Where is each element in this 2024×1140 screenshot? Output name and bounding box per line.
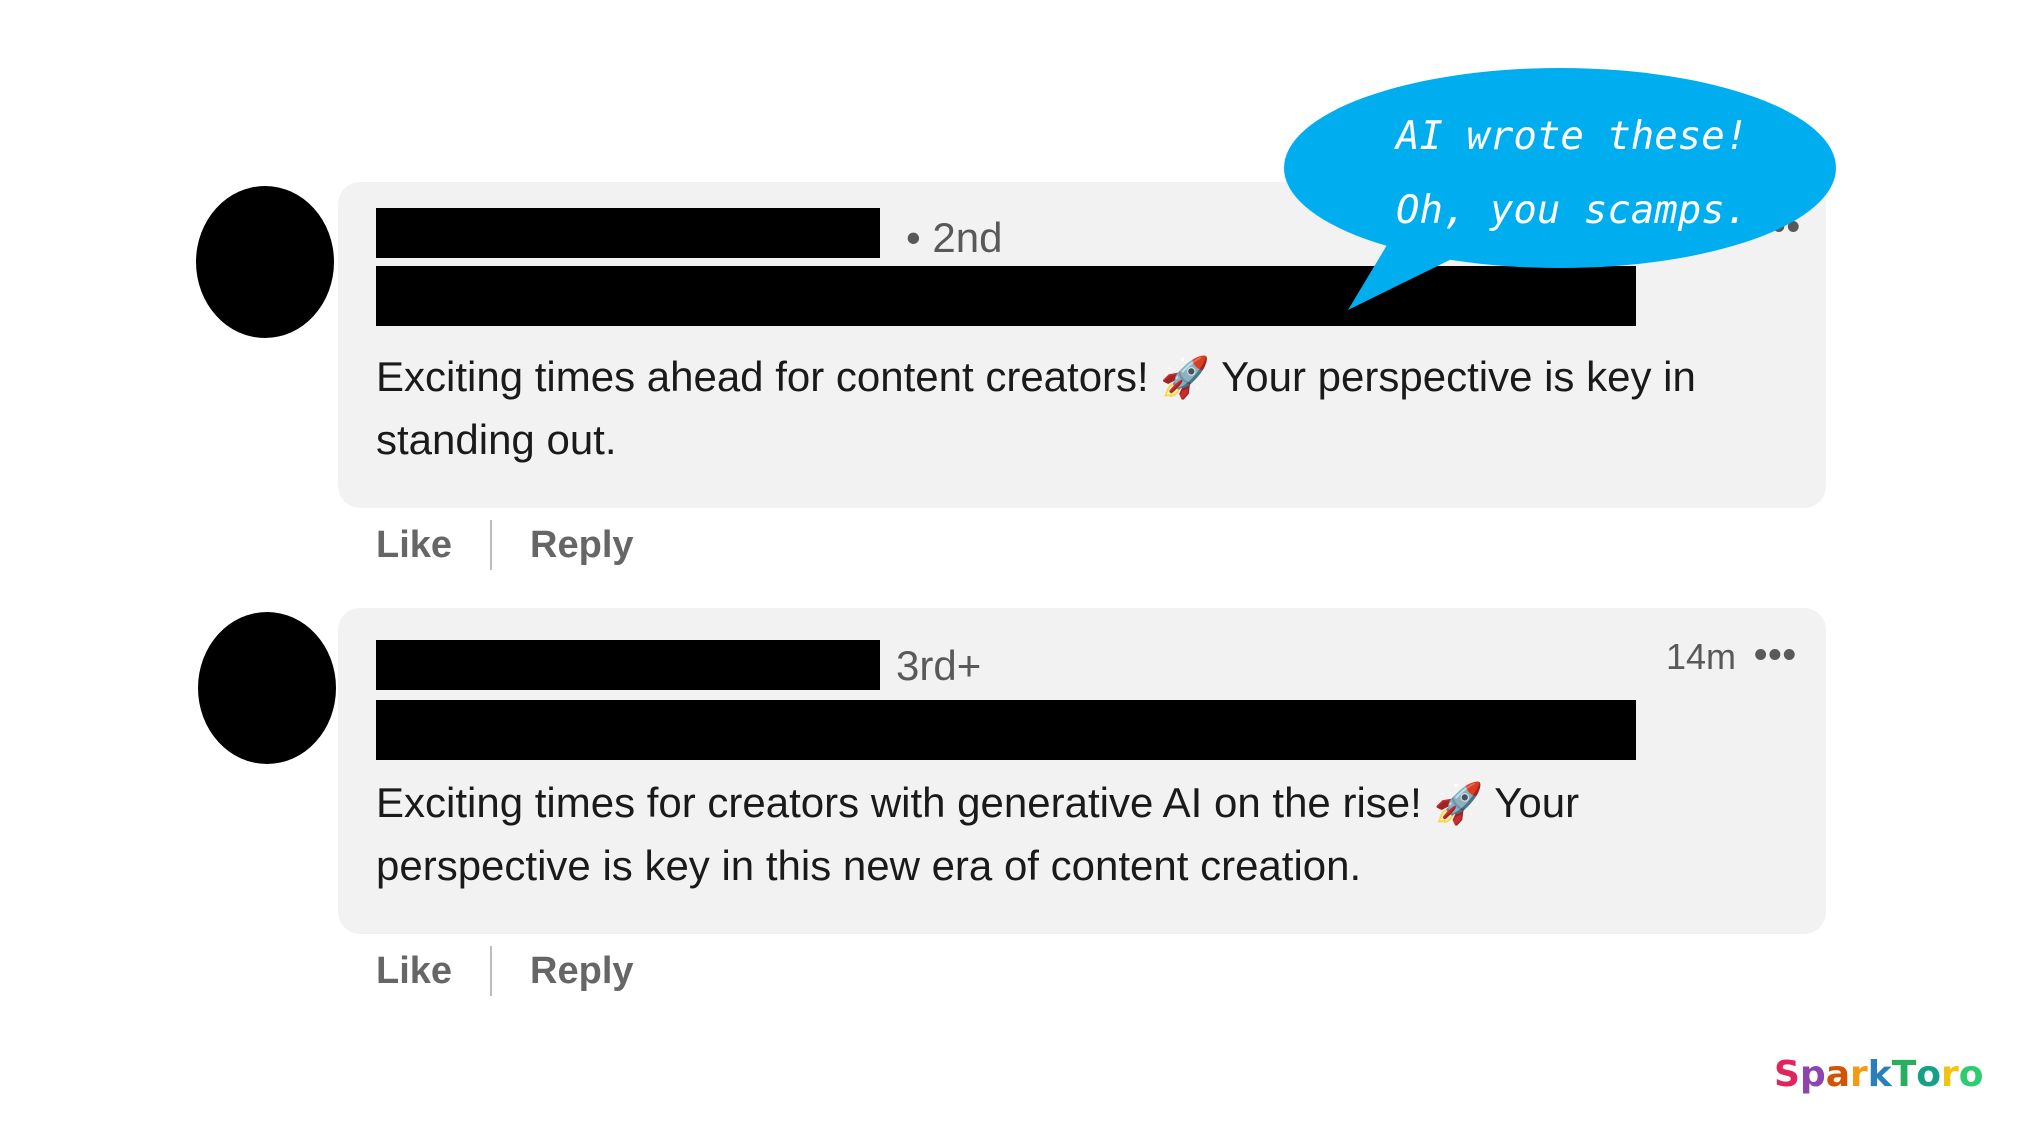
logo-letter: k (1867, 1054, 1892, 1095)
logo-letter: a (1825, 1054, 1851, 1095)
logo-letter: r (1941, 1054, 1959, 1095)
annotation-line: AI wrote these! (1396, 114, 1749, 159)
logo-letter: p (1799, 1054, 1826, 1095)
logo-letter: S (1774, 1054, 1800, 1095)
sparktoro-logo: SparkToro (1774, 1054, 1984, 1095)
logo-letter: r (1850, 1054, 1868, 1095)
annotation-line: Oh, you scamps. (1396, 188, 1749, 233)
logo-letter: o (1958, 1054, 1984, 1095)
annotation-text: AI wrote these! Oh, you scamps. (1396, 100, 1756, 248)
logo-letter: o (1916, 1054, 1942, 1095)
logo-letter: T (1891, 1054, 1917, 1095)
